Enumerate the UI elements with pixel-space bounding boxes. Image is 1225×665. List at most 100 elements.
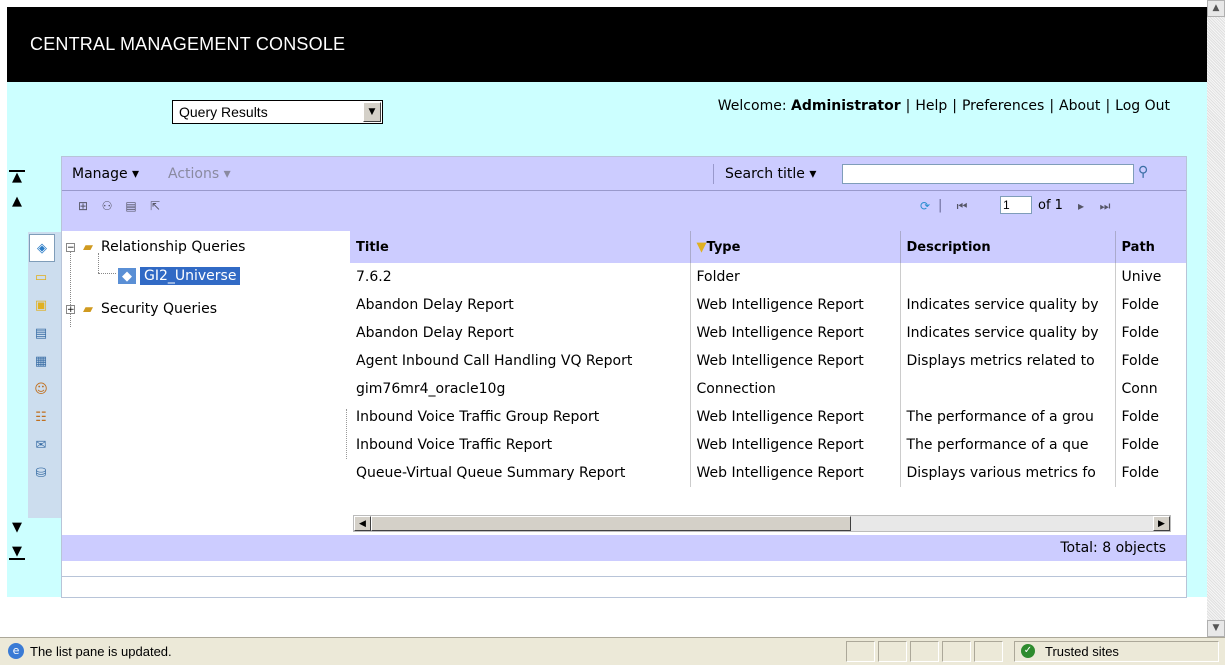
tree-node-security-queries[interactable]: + ▰ Security Queries <box>66 301 217 317</box>
cell-type: Web Intelligence Report <box>690 319 901 347</box>
scroll-down-arrow-icon[interactable]: ▼ <box>1207 620 1225 637</box>
welcome-prefix: Welcome: <box>717 98 787 114</box>
help-link[interactable]: Help <box>915 98 947 114</box>
cell-type: Web Intelligence Report <box>690 431 901 459</box>
user-security-icon[interactable]: ⚇ <box>98 197 116 215</box>
first-page-icon[interactable]: ⏮ <box>953 197 971 215</box>
col-title[interactable]: Title <box>350 231 691 263</box>
scroll-up-arrow-icon[interactable]: ▲ <box>1207 0 1225 17</box>
horizontal-scrollbar[interactable]: ◀ ▶ <box>353 515 1171 532</box>
scroll-top-icon[interactable]: ▲ <box>7 170 27 184</box>
users-nav-icon[interactable]: ☺ <box>29 376 53 402</box>
query-results-nav-icon[interactable]: ◈ <box>29 234 55 262</box>
next-page-icon[interactable]: ▸ <box>1072 197 1090 215</box>
security-zone: ✓ Trusted sites <box>1014 641 1219 662</box>
inbox-nav-icon[interactable]: ✉ <box>29 432 53 458</box>
collapse-icon[interactable]: − <box>66 242 75 252</box>
filter-icon[interactable]: ▼ <box>697 240 707 255</box>
personal-folders-nav-icon[interactable]: ▣ <box>29 292 53 318</box>
page-number-input[interactable] <box>1000 196 1032 214</box>
table-row[interactable]: Agent Inbound Call Handling VQ Report Web… <box>350 347 1186 375</box>
cell-description: The performance of a que <box>900 431 1116 459</box>
splitter-grip[interactable] <box>346 409 349 459</box>
actions-menu[interactable]: Actions ▾ <box>168 166 231 182</box>
search-scope-select[interactable]: Search title ▾ <box>725 166 816 182</box>
cell-title: 7.6.2 <box>350 263 691 291</box>
cell-title: Inbound Voice Traffic Report <box>350 431 691 459</box>
search-input[interactable] <box>842 164 1134 184</box>
scroll-right-icon[interactable]: ▶ <box>1153 516 1170 531</box>
expand-icon[interactable]: + <box>66 304 75 314</box>
dropdown-arrow-icon[interactable]: ▼ <box>363 102 381 122</box>
table-row[interactable]: Abandon Delay Report Web Intelligence Rep… <box>350 319 1186 347</box>
table-body: 7.6.2 Folder Unive Abandon Delay Report Web … <box>350 263 1186 487</box>
new-folder-icon[interactable]: ⊞ <box>74 197 92 215</box>
universe-query-icon: ◆ <box>118 268 136 284</box>
categories-nav-icon[interactable]: ▤ <box>29 320 53 346</box>
folders-nav-icon[interactable]: ▭ <box>29 264 53 290</box>
table-row[interactable]: Abandon Delay Report Web Intelligence Rep… <box>350 291 1186 319</box>
user-groups-nav-icon[interactable]: ☷ <box>29 404 53 430</box>
separator: | <box>905 98 911 114</box>
page-select[interactable]: Query Results ▼ <box>172 100 383 124</box>
database-nav-icon[interactable]: ⛁ <box>29 460 53 486</box>
status-cell <box>974 641 1003 662</box>
col-description[interactable]: Description <box>900 231 1116 263</box>
cell-description: Indicates service quality by <box>900 319 1116 347</box>
export-icon[interactable]: ⇱ <box>146 197 164 215</box>
top-toolbar: Manage ▾ Actions ▾ Search title ▾ ⚲ <box>62 157 1186 191</box>
page-select-value: Query Results <box>179 104 268 120</box>
col-path[interactable]: Path <box>1115 231 1186 263</box>
about-link[interactable]: About <box>1059 98 1100 114</box>
status-message: The list pane is updated. <box>30 644 172 659</box>
preferences-link[interactable]: Preferences <box>962 98 1044 114</box>
banner: CENTRAL MANAGEMENT CONSOLE <box>0 0 1207 82</box>
nav-strip: ◈ ▭ ▣ ▤ ▦ ☺ ☷ ✉ ⛁ <box>28 232 62 518</box>
refresh-icon[interactable]: ⟳ <box>916 197 934 215</box>
status-bar: e The list pane is updated. ✓ Trusted si… <box>0 637 1225 665</box>
properties-icon[interactable]: ▤ <box>122 197 140 215</box>
window-vertical-scrollbar[interactable]: ▲ ▼ <box>1207 0 1225 637</box>
tree-connector <box>98 253 99 273</box>
ie-page-icon: e <box>8 643 24 659</box>
table-row[interactable]: Inbound Voice Traffic Report Web Intellig… <box>350 431 1186 459</box>
tree-node-gi2-universe[interactable]: ◆ GI2_Universe <box>118 267 241 285</box>
cell-title: Inbound Voice Traffic Group Report <box>350 403 691 431</box>
tree-node-label: Relationship Queries <box>101 239 246 255</box>
logout-link[interactable]: Log Out <box>1115 98 1170 114</box>
search-icon[interactable]: ⚲ <box>1138 164 1158 184</box>
scroll-bottom-icon[interactable]: ▼ <box>7 545 27 560</box>
status-cell <box>878 641 907 662</box>
cell-path: Folde <box>1121 325 1160 341</box>
cell-title: gim76mr4_oracle10g <box>350 375 691 403</box>
tree-node-relationship-queries[interactable]: − ▰ Relationship Queries <box>66 239 245 255</box>
cell-path: Folde <box>1121 437 1160 453</box>
scrollbar-thumb[interactable] <box>371 516 851 531</box>
lower-divider <box>61 576 1187 577</box>
table-row[interactable]: Inbound Voice Traffic Group Report Web In… <box>350 403 1186 431</box>
scroll-left-icon[interactable]: ◀ <box>354 516 371 531</box>
col-type[interactable]: ▼Type <box>690 231 901 263</box>
cell-path: Folde <box>1121 409 1160 425</box>
security-queries-icon: ▰ <box>83 301 93 317</box>
table-row[interactable]: gim76mr4_oracle10g Connection Conn <box>350 375 1186 403</box>
col-path-label: Path <box>1121 239 1155 255</box>
action-toolbar: ⊞ ⚇ ▤ ⇱ ⟳ | ⏮ ◀ of 1 ▸ ⏭ <box>62 191 1186 231</box>
page-count: of 1 <box>1038 198 1063 213</box>
scroll-down-icon[interactable]: ▼ <box>7 521 27 534</box>
list-footer: Total: 8 objects <box>62 535 1186 561</box>
col-description-label: Description <box>906 239 991 255</box>
cell-title: Queue-Virtual Queue Summary Report <box>350 459 691 487</box>
manage-menu[interactable]: Manage ▾ <box>72 166 139 182</box>
personal-categories-nav-icon[interactable]: ▦ <box>29 348 53 374</box>
table-row[interactable]: 7.6.2 Folder Unive <box>350 263 1186 291</box>
trusted-check-icon: ✓ <box>1021 644 1035 658</box>
scroll-up-icon[interactable]: ▲ <box>7 195 27 208</box>
cell-title: Abandon Delay Report <box>350 291 691 319</box>
col-title-label: Title <box>356 239 389 255</box>
table-row[interactable]: Queue-Virtual Queue Summary Report Web In… <box>350 459 1186 487</box>
cell-type: Web Intelligence Report <box>690 291 901 319</box>
results-list: Title ▼Type Description Path 7.6.2 Folder… <box>350 231 1186 521</box>
last-page-icon[interactable]: ⏭ <box>1096 197 1114 215</box>
results-table: Title ▼Type Description Path 7.6.2 Folder… <box>350 231 1186 487</box>
